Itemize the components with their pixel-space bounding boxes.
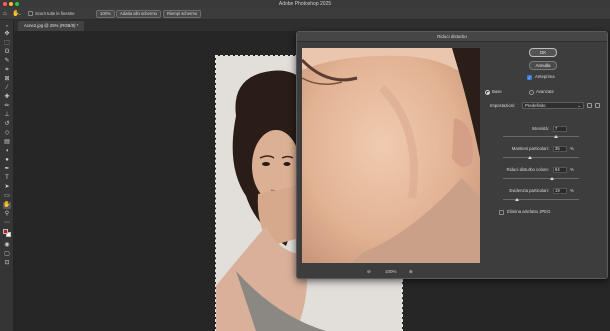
sharpen-details-unit: % (570, 188, 574, 193)
path-select-tool-icon[interactable]: ➤ (3, 184, 11, 191)
scroll-all-checkbox[interactable] (28, 11, 33, 16)
dialog-title: Riduci disturbo (297, 32, 607, 42)
home-icon[interactable]: ⌂ (3, 10, 7, 18)
delete-settings-icon[interactable] (595, 103, 600, 108)
reduce-color-noise-unit: % (570, 167, 574, 172)
cancel-button[interactable]: Annulla (529, 61, 557, 70)
clone-stamp-tool-icon[interactable]: ⊥ (3, 112, 11, 119)
dodge-tool-icon[interactable]: ● (3, 157, 11, 164)
sharpen-details-slider-track[interactable] (503, 199, 579, 200)
rectangle-tool-icon[interactable]: ▭ (3, 193, 11, 200)
foreground-color-swatch[interactable] (3, 229, 8, 234)
document-tab-bar: Acne2.jpg @ 25% (RGB/8) * (14, 20, 610, 31)
preserve-details-slider-thumb[interactable] (527, 156, 532, 159)
close-window-icon[interactable] (3, 2, 7, 6)
settings-label: Impostazioni: (490, 103, 516, 108)
gradient-tool-icon[interactable]: ▤ (3, 139, 11, 146)
crop-tool-icon[interactable]: ⌗ (3, 67, 11, 74)
preserve-details-label: Mantieni particolari: (511, 146, 549, 151)
sharpen-details-input[interactable]: 19 (553, 188, 567, 194)
zoom-tool-icon[interactable]: ⚲ (3, 211, 11, 218)
preview-label: Anteprima (535, 74, 555, 79)
frame-tool-icon[interactable]: ⊠ (3, 76, 11, 83)
fill-screen-button[interactable]: Riempi schermo (163, 10, 202, 18)
tools-panel: » ✥ ⬚ ʘ ✎ ⌗ ⊠ ⁄ ✚ ✏ ⊥ ↺ ◇ ▤ ◖ ● ✒ T ➤ ▭ … (0, 20, 14, 331)
healing-brush-tool-icon[interactable]: ✚ (3, 94, 11, 101)
filter-preview-pane[interactable] (302, 48, 480, 263)
sharpen-details-slider-thumb[interactable] (515, 198, 520, 201)
zoom-in-icon[interactable]: ⊕ (409, 268, 413, 276)
scroll-all-label: Scorri tutte le finestre (35, 11, 75, 16)
marquee-tool-icon[interactable]: ⬚ (3, 40, 11, 47)
reduce-color-noise-input[interactable]: 64 (553, 167, 567, 173)
preview-checkbox[interactable]: ✓ (527, 75, 532, 80)
quick-select-tool-icon[interactable]: ✎ (3, 58, 11, 65)
pen-tool-icon[interactable]: ✒ (3, 166, 11, 173)
settings-select-value: Predefinito (525, 103, 546, 108)
more-tools-icon[interactable]: ⋯ (3, 220, 11, 227)
document-tab-label: Acne2.jpg @ 25% (RGB/8) * (24, 23, 79, 28)
quick-mask-icon[interactable]: ◉ (3, 242, 11, 249)
preserve-details-input[interactable]: 35 (553, 146, 567, 152)
lasso-tool-icon[interactable]: ʘ (3, 49, 11, 56)
preview-zoom-bar: ⊖ 100% ⊕ (365, 268, 425, 276)
mode-basic-radio[interactable] (485, 90, 490, 95)
options-bar: ⌂ ✋ ⌄ Scorri tutte le finestre 100% Adat… (0, 8, 610, 20)
reduce-color-noise-slider-track[interactable] (503, 178, 579, 179)
reduce-color-noise-label: Riduci disturbo colore: (506, 167, 549, 172)
zoom-out-icon[interactable]: ⊖ (367, 268, 371, 276)
preserve-details-slider-track[interactable] (503, 157, 579, 158)
brush-tool-icon[interactable]: ✏ (3, 103, 11, 110)
panel-collapse-icon[interactable]: » (3, 22, 11, 29)
save-settings-icon[interactable] (587, 103, 592, 108)
reduce-noise-dialog: Riduci disturbo ⊖ 100% ⊕ OK Annulla ✓ An… (296, 31, 608, 279)
document-tab[interactable]: Acne2.jpg @ 25% (RGB/8) * (18, 21, 85, 31)
move-tool-icon[interactable]: ✥ (3, 31, 11, 38)
remove-jpeg-artifact-checkbox[interactable] (499, 210, 504, 215)
artboard-icon[interactable]: ⊡ (3, 260, 11, 267)
intensity-input[interactable]: 7 (553, 126, 567, 132)
mode-basic-label: Base (492, 89, 502, 94)
intensity-slider-thumb[interactable] (554, 135, 559, 138)
eraser-tool-icon[interactable]: ◇ (3, 130, 11, 137)
ok-button[interactable]: OK (529, 48, 557, 57)
intensity-label: Intensità: (531, 126, 549, 131)
preview-zoom-level: 100% (385, 269, 397, 274)
reduce-color-noise-slider-thumb[interactable] (549, 177, 554, 180)
mode-advanced-radio[interactable] (529, 90, 534, 95)
chevron-down-icon: ⌄ (577, 103, 581, 108)
preserve-details-unit: % (570, 146, 574, 151)
sharpen-details-label: Evidenzia particolari: (509, 188, 549, 193)
intensity-slider-track[interactable] (503, 136, 579, 137)
eyedropper-tool-icon[interactable]: ⁄ (3, 85, 11, 92)
photoshop-window: Adobe Photoshop 2025 ⌂ ✋ ⌄ Scorri tutte … (0, 0, 610, 331)
minimize-window-icon[interactable] (9, 2, 13, 6)
type-tool-icon[interactable]: T (3, 175, 11, 182)
mode-advanced-label: Avanzate (536, 89, 554, 94)
remove-jpeg-artifact-label: Elimina artefatto JPEG (507, 209, 551, 214)
title-bar: Adobe Photoshop 2025 (0, 0, 610, 8)
app-title: Adobe Photoshop 2025 (278, 1, 332, 7)
screen-mode-icon[interactable]: ▢ (3, 251, 11, 258)
hand-tool-active-icon[interactable]: ✋ (3, 202, 11, 209)
chevron-down-icon[interactable]: ⌄ (18, 10, 21, 18)
blur-tool-icon[interactable]: ◖ (3, 148, 11, 155)
zoom-window-icon[interactable] (15, 2, 19, 6)
history-brush-tool-icon[interactable]: ↺ (3, 121, 11, 128)
zoom-100-button[interactable]: 100% (96, 10, 115, 18)
preview-image (302, 48, 480, 263)
settings-select[interactable]: Predefinito ⌄ (522, 102, 584, 109)
fit-screen-button[interactable]: Adatta allo schermo (116, 10, 162, 18)
